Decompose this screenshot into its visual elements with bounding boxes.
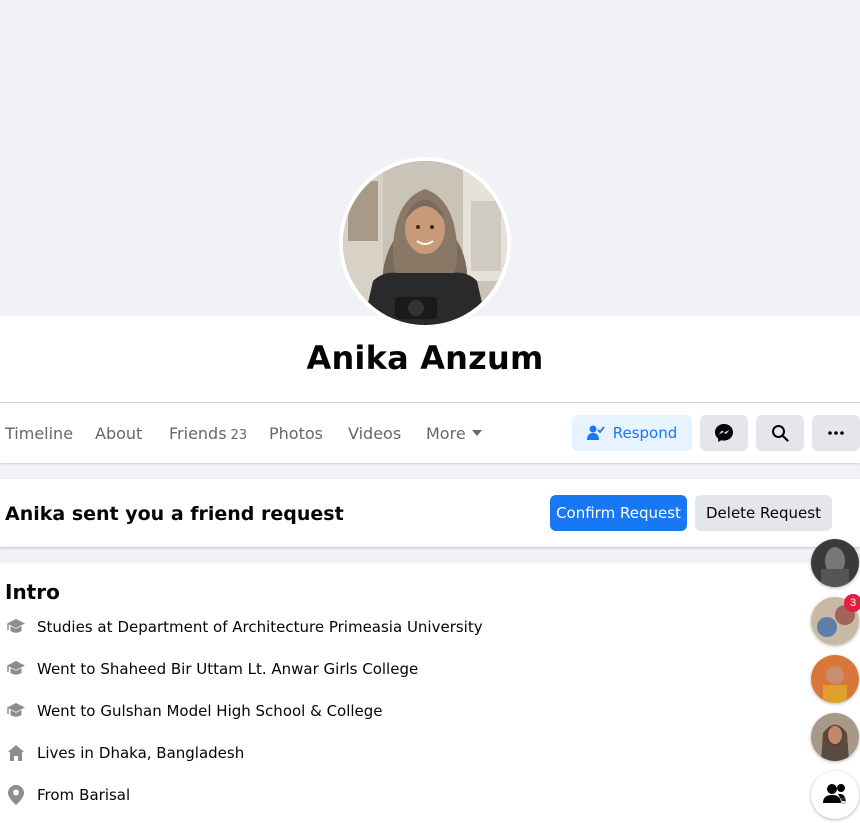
tab-label: Photos (269, 424, 323, 443)
caret-down-icon (471, 430, 482, 436)
tab-videos[interactable]: Videos (348, 424, 401, 443)
tab-label: Timeline (5, 424, 74, 443)
friend-request-text: Anika sent you a friend request (5, 503, 344, 525)
intro-item-education: Went to Shaheed Bir Uttam Lt. Anwar Girls… (5, 657, 418, 681)
intro-prefix: Went to (37, 660, 96, 678)
intro-value-link[interactable]: Shaheed Bir Uttam Lt. Anwar Girls Colleg… (100, 660, 418, 678)
intro-value-link[interactable]: Barisal (79, 786, 130, 804)
graduation-cap-icon (5, 616, 27, 638)
header-divider (0, 402, 860, 403)
tab-label: Friends (169, 424, 227, 443)
intro-title: Intro (5, 580, 60, 604)
chat-head-contact-3[interactable] (811, 713, 859, 761)
home-icon (5, 742, 27, 764)
more-options-button[interactable] (812, 415, 860, 451)
graduation-cap-icon (5, 658, 27, 680)
tab-more[interactable]: More (426, 424, 482, 443)
confirm-request-button[interactable]: Confirm Request (550, 495, 687, 531)
tab-timeline[interactable]: Timeline (5, 424, 73, 443)
intro-item-lives-in: Lives in Dhaka, Bangladesh (5, 741, 244, 765)
intro-value-link[interactable]: Department of Architecture Primeasia Uni… (117, 618, 482, 636)
intro-prefix: Lives in (37, 744, 94, 762)
profile-photo-illustration (343, 161, 507, 325)
tab-friends[interactable]: Friends 23 (169, 424, 247, 443)
profile-picture[interactable] (339, 157, 511, 329)
contacts-online-count: 0 (841, 796, 847, 806)
delete-request-label: Delete Request (706, 504, 821, 522)
intro-item-education: Studies at Department of Architecture Pri… (5, 615, 483, 639)
intro-item-education: Went to Gulshan Model High School & Colle… (5, 699, 383, 723)
respond-button[interactable]: Respond (572, 415, 692, 451)
tab-label: Videos (348, 424, 402, 443)
search-icon (772, 425, 789, 442)
tab-label: More (426, 424, 466, 443)
ellipsis-icon (828, 431, 844, 435)
search-button[interactable] (756, 415, 804, 451)
contact-avatar (811, 713, 859, 761)
tab-photos[interactable]: Photos (269, 424, 323, 443)
tab-label: About (95, 424, 143, 443)
friends-count: 23 (230, 428, 248, 443)
intro-prefix: Studies at (37, 618, 113, 636)
person-check-icon (586, 425, 605, 440)
intro-item-from: From Barisal (5, 783, 130, 807)
profile-name: Anika Anzum (306, 339, 544, 377)
contacts-icon (823, 784, 846, 803)
respond-label: Respond (612, 424, 678, 442)
intro-value-link[interactable]: Gulshan Model High School & College (100, 702, 382, 720)
chat-head-contact-1[interactable] (811, 539, 859, 587)
chat-head-contact-2[interactable] (811, 655, 859, 703)
intro-prefix: From (37, 786, 75, 804)
tab-about[interactable]: About (95, 424, 142, 443)
contact-avatar (811, 539, 859, 587)
messenger-icon (715, 424, 733, 442)
unread-badge: 3 (844, 594, 860, 612)
intro-prefix: Went to (37, 702, 96, 720)
delete-request-button[interactable]: Delete Request (695, 495, 832, 531)
intro-value-link[interactable]: Dhaka, Bangladesh (99, 744, 244, 762)
contact-avatar (811, 655, 859, 703)
confirm-request-label: Confirm Request (556, 504, 681, 522)
new-message-contacts-button[interactable]: 0 (811, 771, 859, 819)
graduation-cap-icon (5, 700, 27, 722)
location-pin-icon (5, 784, 27, 806)
message-button[interactable] (700, 415, 748, 451)
